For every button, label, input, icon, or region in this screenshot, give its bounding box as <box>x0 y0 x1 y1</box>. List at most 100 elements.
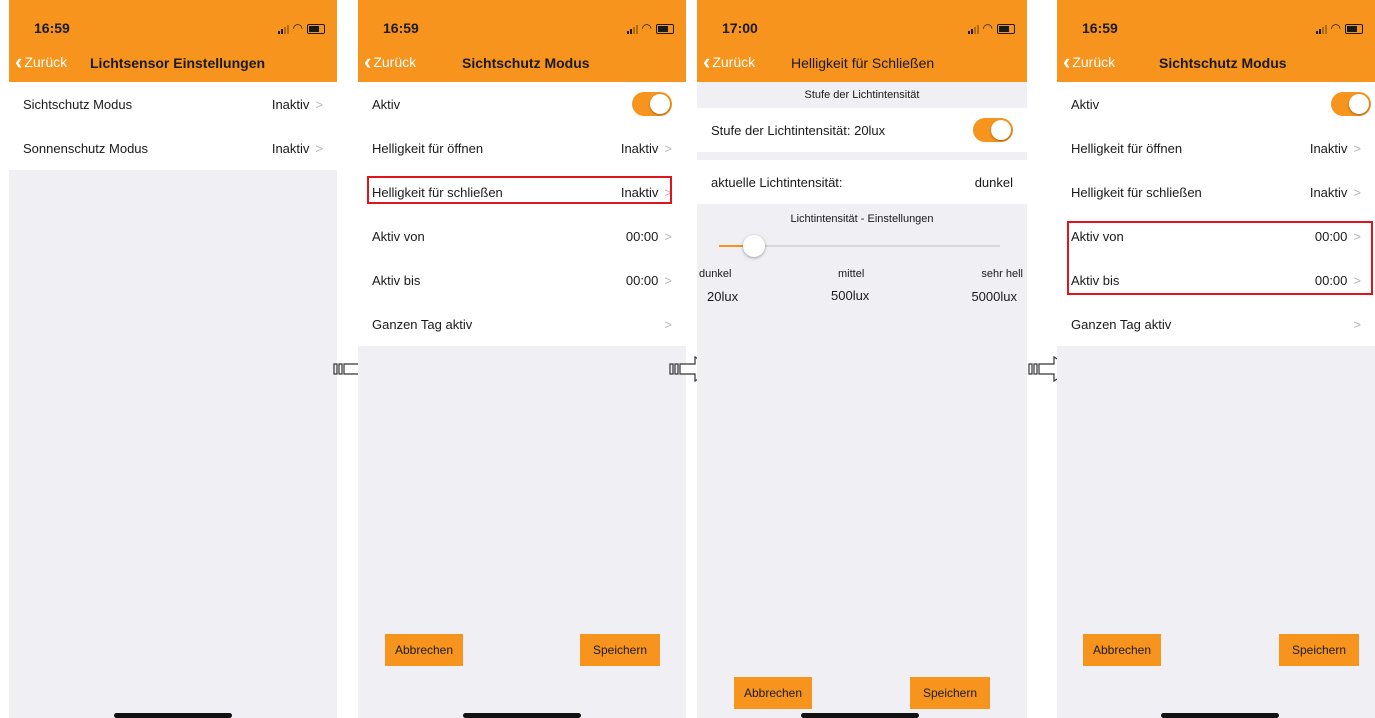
back-button[interactable]: ‹ Zurück <box>15 49 68 74</box>
row-level: Stufe der Lichtintensität: 20lux <box>697 108 1027 152</box>
battery-icon <box>307 24 325 34</box>
row-sonnenschutz-modus[interactable]: Sonnenschutz Modus Inaktiv > <box>9 126 337 170</box>
status-icons: ◠ <box>1315 21 1363 35</box>
row-label: Aktiv <box>1071 96 1100 112</box>
wifi-icon: ◠ <box>982 21 993 35</box>
highlight-box <box>367 176 672 204</box>
row-label: Sichtschutz Modus <box>23 96 133 112</box>
chevron-right-icon: > <box>1353 184 1361 200</box>
lux-label-medium: 500lux <box>831 288 870 303</box>
status-icons: ◠ <box>967 21 1015 35</box>
row-label: Helligkeit für öffnen <box>1071 140 1183 156</box>
back-button[interactable]: ‹ Zurück <box>1063 49 1116 74</box>
wifi-icon: ◠ <box>1330 21 1341 35</box>
chevron-right-icon: > <box>315 96 323 112</box>
page-title: Helligkeit für Schließen <box>791 55 935 71</box>
status-time: 16:59 <box>34 20 70 36</box>
row-label: Aktiv bis <box>372 272 421 288</box>
battery-icon <box>1345 24 1363 34</box>
aktiv-toggle[interactable] <box>1331 92 1371 116</box>
status-icons: ◠ <box>277 21 325 35</box>
highlight-box <box>1067 221 1373 295</box>
level-label-medium: mittel <box>838 268 865 280</box>
level-label-very-bright: sehr hell <box>981 268 1023 280</box>
home-indicator <box>801 713 919 718</box>
level-toggle[interactable] <box>973 118 1013 142</box>
back-label: Zurück <box>1072 54 1116 70</box>
save-button[interactable]: Speichern <box>580 634 660 666</box>
status-icons: ◠ <box>626 21 674 35</box>
home-indicator <box>114 713 232 718</box>
back-label: Zurück <box>24 54 68 70</box>
row-helligkeit-oeffnen[interactable]: Helligkeit für öffnen Inaktiv > <box>1057 126 1375 170</box>
chevron-right-icon: > <box>664 140 672 156</box>
row-aktiv-von[interactable]: Aktiv von 00:00 > <box>358 214 686 258</box>
nav-bar: 16:59 ◠ ‹ Zurück Sichtschutz Modus <box>358 0 686 82</box>
level-group: Stufe der Lichtintensität: 20lux <box>697 108 1027 152</box>
battery-icon <box>997 24 1015 34</box>
back-chevron-icon: ‹ <box>364 49 372 74</box>
row-value: Inaktiv <box>620 140 659 156</box>
row-value: Inaktiv <box>271 96 310 112</box>
row-label: Helligkeit für öffnen <box>372 140 484 156</box>
wifi-icon: ◠ <box>292 21 303 35</box>
section-header-intensity-level: Stufe der Lichtintensität <box>804 89 920 101</box>
row-value: Inaktiv <box>1309 184 1348 200</box>
row-ganzen-tag-aktiv[interactable]: Ganzen Tag aktiv > <box>358 302 686 346</box>
home-indicator <box>1161 713 1279 718</box>
settings-list: Sichtschutz Modus Inaktiv > Sonnenschutz … <box>9 82 337 170</box>
settings-list: Aktiv Helligkeit für öffnen Inaktiv > Hel… <box>358 82 686 346</box>
back-button[interactable]: ‹ Zurück <box>703 49 755 74</box>
nav-bar: 16:59 ◠ ‹ Zurück Sichtschutz Modus <box>1057 0 1375 82</box>
back-label: Zurück <box>373 54 417 70</box>
row-label: aktuelle Lichtintensität: <box>711 174 843 190</box>
chevron-right-icon: > <box>315 140 323 156</box>
home-indicator <box>463 713 581 718</box>
save-button[interactable]: Speichern <box>910 677 990 709</box>
aktiv-toggle[interactable] <box>632 92 672 116</box>
row-value: Inaktiv <box>1309 140 1348 156</box>
nav-bar: 17:00 ◠ ‹ Zurück Helligkeit für Schließe… <box>697 0 1027 82</box>
status-time: 16:59 <box>383 20 419 36</box>
cancel-button[interactable]: Abbrechen <box>385 634 463 666</box>
section-header-settings: Lichtintensität - Einstellungen <box>790 213 934 225</box>
intensity-slider-thumb[interactable] <box>743 235 765 257</box>
row-helligkeit-oeffnen[interactable]: Helligkeit für öffnen Inaktiv > <box>358 126 686 170</box>
row-value: 00:00 <box>625 228 659 244</box>
settings-list: Aktiv Helligkeit für öffnen Inaktiv > Hel… <box>1057 82 1375 346</box>
back-chevron-icon: ‹ <box>15 49 23 74</box>
row-aktiv: Aktiv <box>358 82 686 126</box>
current-group: aktuelle Lichtintensität: dunkel <box>697 160 1027 204</box>
chevron-right-icon: > <box>1353 316 1361 332</box>
chevron-right-icon: > <box>1353 140 1361 156</box>
back-chevron-icon: ‹ <box>703 49 711 74</box>
lux-label-dark: 20lux <box>707 289 739 304</box>
chevron-right-icon: > <box>664 228 672 244</box>
save-button[interactable]: Speichern <box>1279 634 1359 666</box>
row-label: Helligkeit für schließen <box>1071 184 1202 200</box>
row-label: Stufe der Lichtintensität: 20lux <box>711 122 886 138</box>
wifi-icon: ◠ <box>641 21 652 35</box>
row-label: Aktiv <box>372 96 401 112</box>
row-value: 00:00 <box>625 272 659 288</box>
row-aktiv-bis[interactable]: Aktiv bis 00:00 > <box>358 258 686 302</box>
back-chevron-icon: ‹ <box>1063 49 1071 74</box>
row-ganzen-tag-aktiv[interactable]: Ganzen Tag aktiv > <box>1057 302 1375 346</box>
battery-icon <box>656 24 674 34</box>
row-label: Sonnenschutz Modus <box>23 140 149 156</box>
nav-bar: 16:59 ◠ ‹ Zurück Lichtsensor Einstellung… <box>9 0 337 82</box>
screen-sichtschutz-modus: 16:59 ◠ ‹ Zurück Sichtschutz Modus Aktiv… <box>358 0 686 718</box>
screen-lichtsensor-einstellungen: 16:59 ◠ ‹ Zurück Lichtsensor Einstellung… <box>9 0 337 718</box>
cancel-button[interactable]: Abbrechen <box>734 677 812 709</box>
status-time: 16:59 <box>1082 20 1118 36</box>
row-helligkeit-schliessen[interactable]: Helligkeit für schließen Inaktiv > <box>1057 170 1375 214</box>
signal-icon <box>277 25 289 34</box>
screen-helligkeit-schliessen: 17:00 ◠ ‹ Zurück Helligkeit für Schließe… <box>697 0 1027 718</box>
cancel-button[interactable]: Abbrechen <box>1083 634 1161 666</box>
row-value: Inaktiv <box>271 140 310 156</box>
row-sichtschutz-modus[interactable]: Sichtschutz Modus Inaktiv > <box>9 82 337 126</box>
lux-label-very-bright: 5000lux <box>971 289 1017 304</box>
signal-icon <box>626 25 638 34</box>
signal-icon <box>967 25 979 34</box>
back-button[interactable]: ‹ Zurück <box>364 49 417 74</box>
